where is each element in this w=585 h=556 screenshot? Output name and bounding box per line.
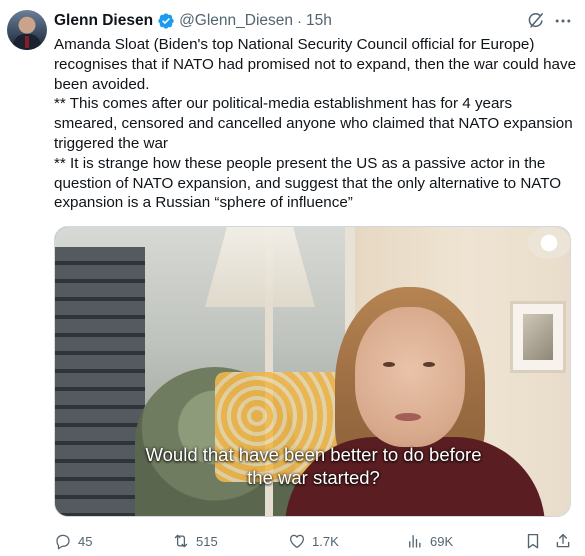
tweet[interactable]: Glenn Diesen @Glenn_Diesen · 15h Amanda …: [0, 0, 585, 556]
tweet-paragraph-1: Amanda Sloat (Biden's top National Secur…: [54, 36, 577, 93]
video-person-eye: [383, 362, 395, 367]
grok-icon[interactable]: [526, 11, 546, 31]
video-caption-line-1: Would that have been better to do before: [145, 444, 482, 465]
video-wall-picture: [510, 301, 566, 373]
video-person-mouth: [395, 413, 421, 421]
share-button[interactable]: [554, 530, 578, 552]
repost-count: 515: [196, 533, 218, 549]
video-player[interactable]: Would that have been better to do before…: [54, 226, 571, 517]
share-icon: [556, 533, 570, 548]
separator-dot: ·: [297, 12, 303, 30]
verified-badge-icon: [157, 12, 175, 30]
video-flower: [527, 227, 570, 259]
bookmark-icon: [527, 533, 539, 549]
views-button[interactable]: 69K: [406, 530, 453, 552]
like-count: 1.7K: [312, 533, 339, 549]
author-handle[interactable]: @Glenn_Diesen: [179, 12, 293, 30]
tweet-paragraph-2: ** This comes after our political-media …: [54, 95, 573, 152]
views-icon: [409, 535, 421, 548]
like-icon: [289, 534, 305, 549]
views-count: 69K: [430, 533, 454, 549]
bookmark-button[interactable]: [524, 530, 548, 552]
tweet-text: Amanda Sloat (Biden's top National Secur…: [54, 35, 579, 213]
tweet-paragraph-3: ** It is strange how these people presen…: [54, 154, 562, 212]
action-bar: 45 515 1.7K 69K: [54, 530, 574, 552]
timestamp[interactable]: 15h: [306, 12, 332, 30]
avatar[interactable]: [7, 10, 47, 50]
reply-button[interactable]: 45: [54, 530, 92, 552]
video-caption-line-2: the war started?: [247, 467, 380, 488]
video-caption: Would that have been better to do before…: [55, 443, 570, 489]
repost-icon: [174, 534, 188, 548]
more-icon[interactable]: [553, 11, 573, 31]
video-person-eye: [423, 362, 435, 367]
reply-count: 45: [78, 533, 93, 549]
video-person-face: [355, 307, 465, 447]
like-button[interactable]: 1.7K: [288, 530, 339, 552]
author-name[interactable]: Glenn Diesen: [54, 12, 153, 30]
reply-icon: [56, 534, 70, 550]
avatar-tie: [25, 36, 29, 48]
tweet-header: Glenn Diesen @Glenn_Diesen · 15h: [54, 10, 332, 32]
repost-button[interactable]: 515: [172, 530, 218, 552]
